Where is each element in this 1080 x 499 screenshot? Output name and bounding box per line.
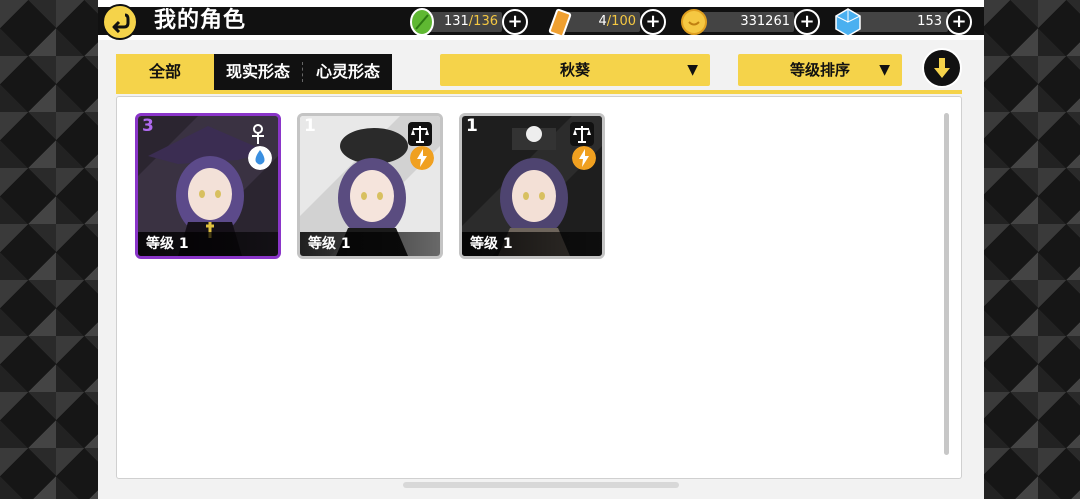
level-label: 等级 1 <box>138 232 278 256</box>
water-drop-icon <box>248 146 272 170</box>
lightning-icon <box>572 146 596 170</box>
chevron-down-icon: ▼ <box>879 62 890 78</box>
ankh-icon <box>252 124 264 144</box>
battery-icon <box>548 8 572 37</box>
tab-all[interactable]: 全部 <box>116 54 214 90</box>
scales-icon <box>408 122 432 146</box>
coin-icon <box>681 9 707 35</box>
right-decor-pattern <box>982 0 1080 499</box>
tab-mind-form[interactable]: 心灵形态 <box>304 54 392 90</box>
filter-underline <box>116 90 962 94</box>
sort-order-button[interactable] <box>922 48 962 88</box>
character-card[interactable]: 1 等级 1 <box>459 113 605 259</box>
level-label: 等级 1 <box>300 232 440 256</box>
add-gems-button[interactable]: + <box>946 9 972 35</box>
coins-resource: 331261 + <box>680 9 824 35</box>
top-bar: 我的角色 131/136 + 4/100 + 331261 + 153 + <box>98 0 984 40</box>
battery-resource: 4/100 + <box>546 8 668 37</box>
rank-number: 3 <box>142 116 154 136</box>
add-stamina-button[interactable]: + <box>502 9 528 35</box>
stamina-resource: 131/136 + <box>408 8 530 36</box>
add-coins-button[interactable]: + <box>794 9 820 35</box>
tab-reality-form[interactable]: 现实形态 <box>214 54 302 90</box>
sort-select-value: 等级排序 <box>789 61 850 79</box>
character-card[interactable]: 3 等级 1 <box>135 113 281 259</box>
left-decor-pattern <box>0 0 98 499</box>
coins-value: 331261 <box>740 14 790 29</box>
sort-select[interactable]: 等级排序 ▼ <box>738 54 902 86</box>
chevron-down-icon: ▼ <box>687 62 698 78</box>
arrow-down-icon <box>934 58 950 78</box>
gem-cube-icon <box>835 8 861 37</box>
level-label: 等级 1 <box>462 232 602 256</box>
leaf-icon <box>410 8 434 36</box>
character-select-value: 秋葵 <box>559 61 590 79</box>
gems-value: 153 <box>917 14 942 29</box>
gems-resource: 153 + <box>834 8 976 37</box>
stamina-value: 131/136 <box>443 14 498 29</box>
form-filter-tabs: 全部 现实形态 心灵形态 <box>116 54 393 90</box>
rank-number: 1 <box>304 116 316 136</box>
character-card[interactable]: 1 等级 1 <box>297 113 443 259</box>
back-arrow-icon <box>112 13 130 33</box>
character-select[interactable]: 秋葵 ▼ <box>440 54 710 86</box>
character-list-panel: 3 等级 1 1 等级 1 1 等级 1 <box>116 96 962 479</box>
add-battery-button[interactable]: + <box>640 9 666 35</box>
list-scrollbar[interactable] <box>944 113 949 455</box>
scales-icon <box>570 122 594 146</box>
back-button[interactable] <box>102 4 138 40</box>
battery-value: 4/100 <box>598 14 636 29</box>
rank-number: 1 <box>466 116 478 136</box>
app-window: 我的角色 131/136 + 4/100 + 331261 + 153 + 全部… <box>98 0 984 499</box>
page-title: 我的角色 <box>154 8 247 33</box>
lightning-icon <box>410 146 434 170</box>
horizontal-scroll-indicator <box>403 482 679 488</box>
